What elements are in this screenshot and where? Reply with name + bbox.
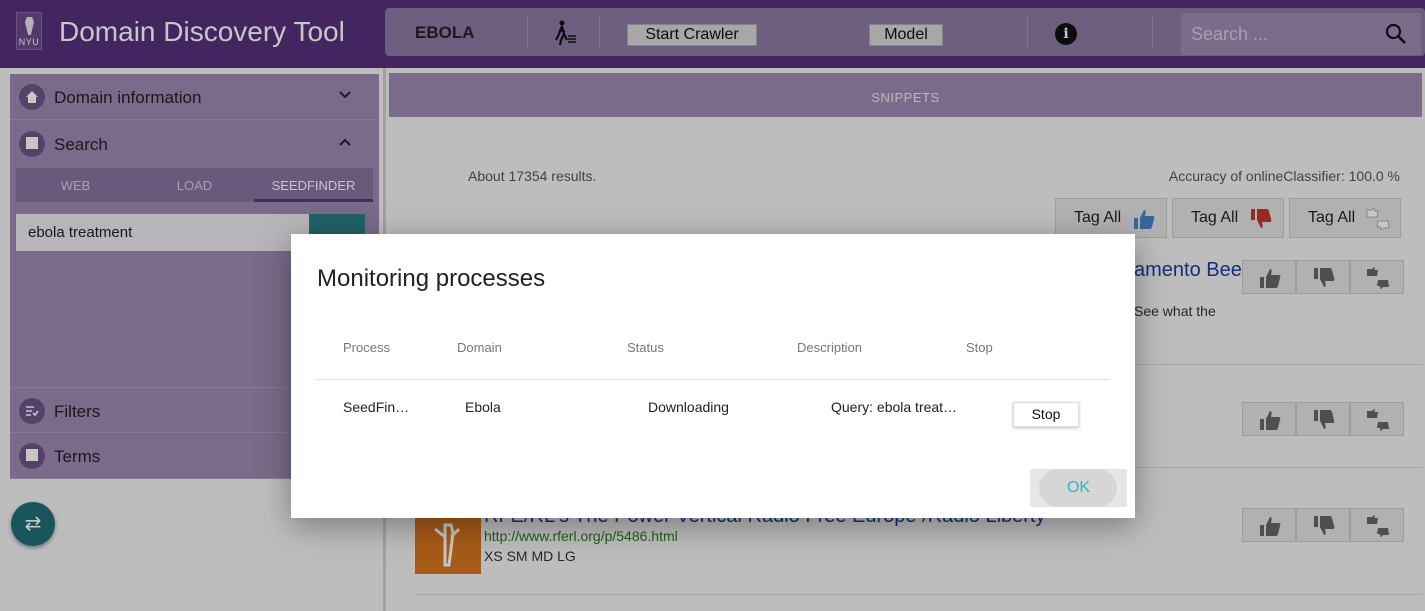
column-header-process: Process (343, 340, 390, 355)
description-cell: Query: ebola treat… (831, 399, 958, 415)
column-header-description: Description (797, 340, 863, 355)
column-header-status: Status (627, 340, 664, 355)
domain-cell: Ebola (465, 399, 501, 415)
ok-button[interactable]: OK (1030, 469, 1127, 507)
process-cell: SeedFin… (343, 399, 410, 415)
column-header-stop: Stop (966, 340, 993, 355)
monitoring-processes-dialog: Monitoring processes Process Domain Stat… (291, 234, 1135, 518)
stop-process-button[interactable]: Stop (1013, 402, 1079, 427)
column-header-domain: Domain (457, 340, 502, 355)
dialog-title: Monitoring processes (317, 265, 546, 292)
status-cell: Downloading (648, 399, 729, 415)
